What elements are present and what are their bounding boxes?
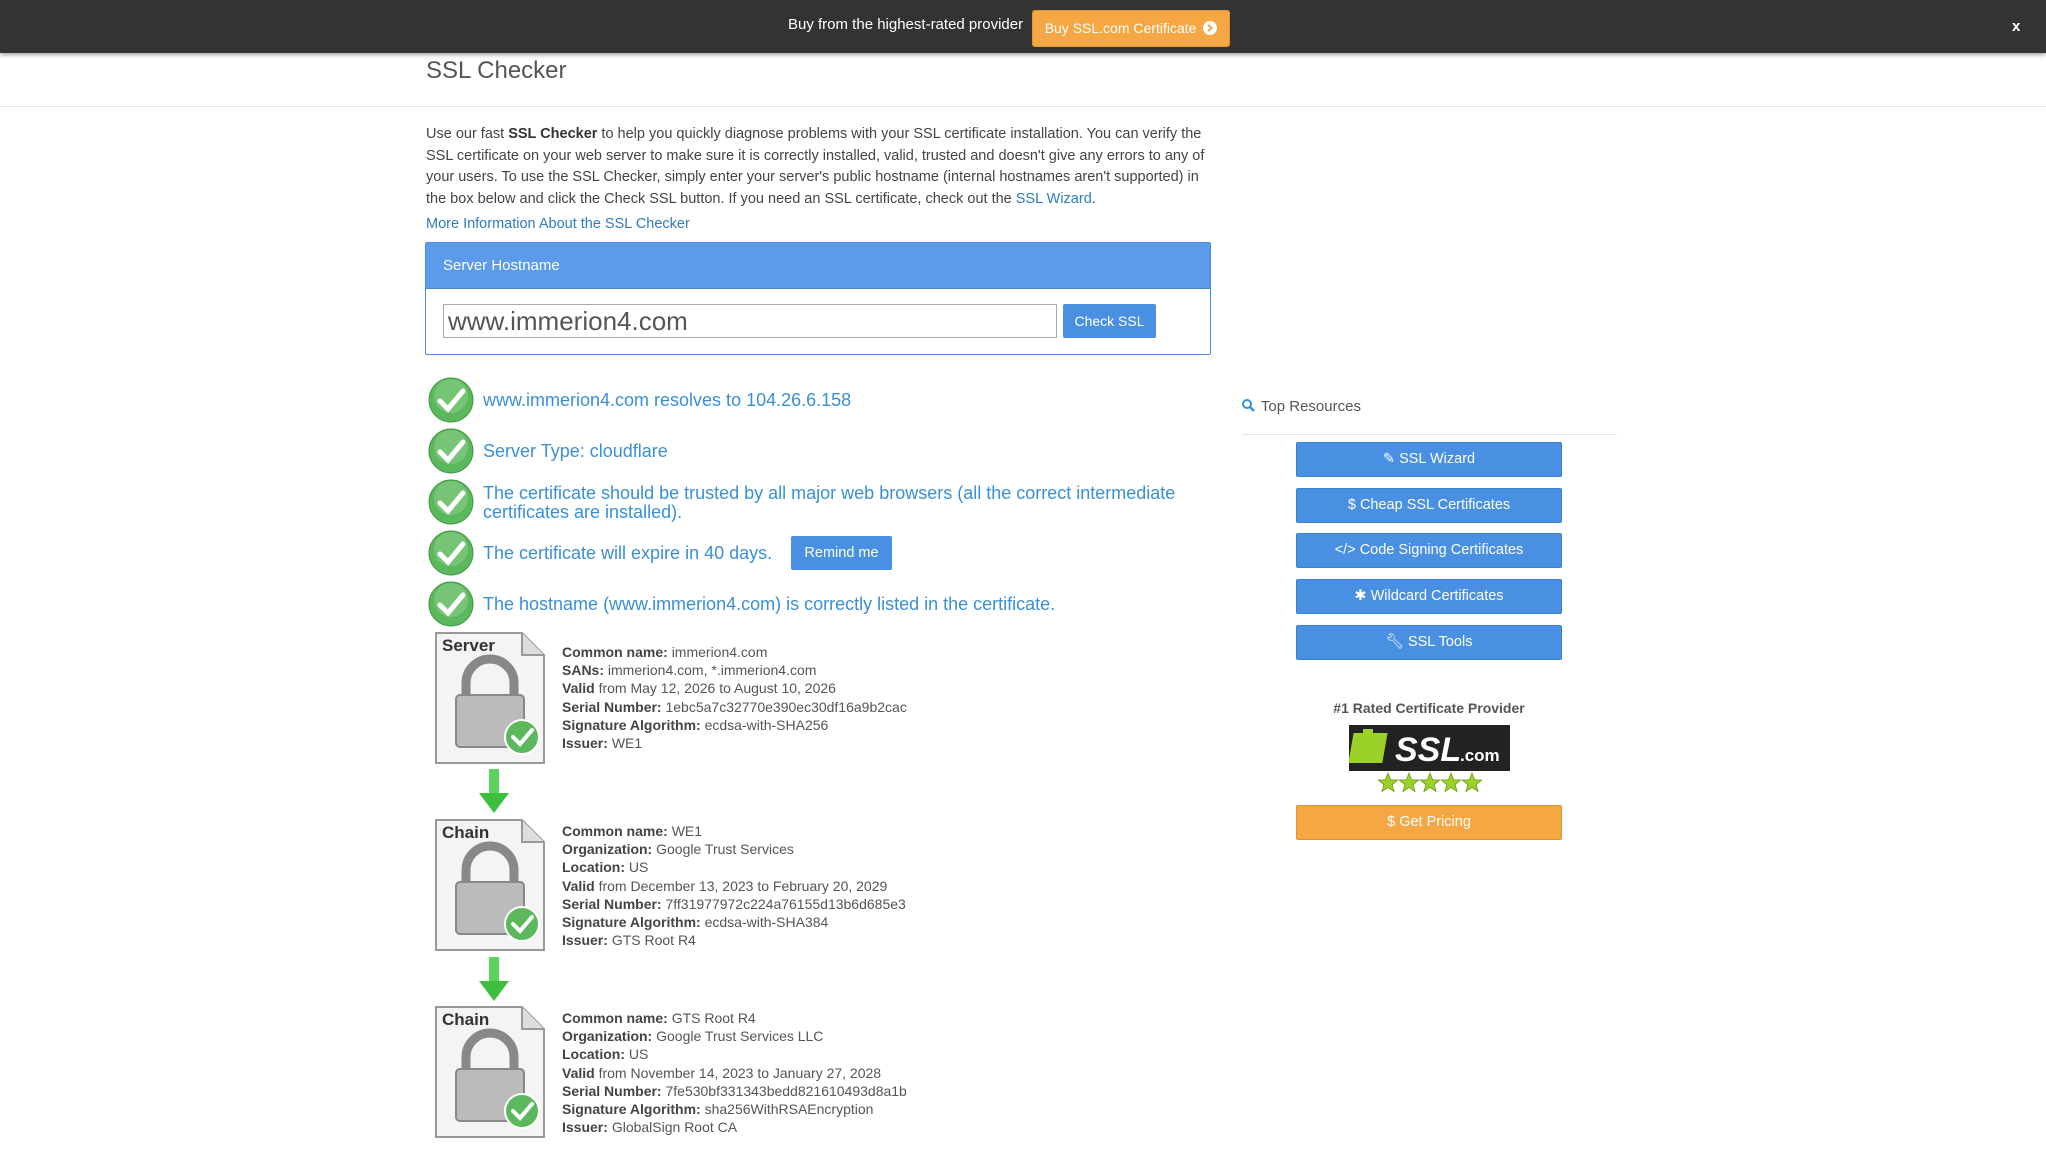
ssl-wizard-link[interactable]: SSL Wizard <box>1016 191 1092 207</box>
result-trusted-line-2: certificates are installed). <box>483 502 683 522</box>
svg-text:.com: .com <box>1460 746 1500 765</box>
cert-row: Common name: WE1 <box>562 823 703 839</box>
top-resources-label: Top Resources <box>1260 398 1361 415</box>
cheap-ssl-label: Cheap SSL Certificates <box>1359 497 1511 513</box>
rated-provider-text: #1 Rated Certificate Provider <box>1333 700 1525 716</box>
server-certificate-icon: Server <box>435 632 545 764</box>
cert-row: Organization: Google Trust Services <box>562 841 794 858</box>
buy-certificate-label: Buy SSL.com Certificate <box>1044 20 1197 36</box>
svg-text:SSL: SSL <box>1395 731 1461 769</box>
page-title: SSL Checker <box>426 57 567 84</box>
hostname-panel: Server Hostname www.immerion4.com Check … <box>425 242 1211 355</box>
cert-row: Issuer: GlobalSign Root CA <box>562 1119 738 1136</box>
hostname-input[interactable]: www.immerion4.com <box>443 304 1057 338</box>
cert-row: Organization: Google Trust Services LLC <box>562 1028 824 1045</box>
cert-row: Serial Number: 7ff31977972c224a76155d13b… <box>562 895 906 912</box>
wildcard-label: Wildcard Certificates <box>1370 588 1504 604</box>
promo-text: Buy from the highest-rated provider <box>788 16 1024 33</box>
code-icon: </> <box>1334 542 1356 558</box>
result-server-type: Server Type: cloudflare <box>483 441 668 461</box>
check-ssl-button[interactable]: Check SSL <box>1063 304 1156 338</box>
svg-text:Chain: Chain <box>442 1010 489 1029</box>
wildcard-button[interactable]: ✱ Wildcard Certificates <box>1296 579 1562 614</box>
intro-text-1: Use our fast <box>426 126 509 142</box>
buy-certificate-button[interactable]: Buy SSL.com Certificate <box>1032 10 1230 47</box>
cert-row: Serial Number: 1ebc5a7c32770e390ec30df16… <box>562 698 907 715</box>
asterisk-icon: ✱ <box>1354 588 1367 604</box>
arrow-down-icon <box>479 957 509 1001</box>
cert-row: Valid from December 13, 2023 to February… <box>562 877 888 894</box>
cert-row: Signature Algorithm: sha256WithRSAEncryp… <box>562 1101 874 1118</box>
cert-row: Signature Algorithm: ecdsa-with-SHA256 <box>562 716 829 733</box>
certificate-details: Common name: immerion4.com SANs: immerio… <box>562 643 907 752</box>
cert-row: Signature Algorithm: ecdsa-with-SHA384 <box>562 914 829 931</box>
cert-row: Valid from November 14, 2023 to January … <box>562 1064 882 1081</box>
cert-row: Location: US <box>562 1046 649 1063</box>
dollar-icon: $ <box>1387 814 1396 830</box>
arrow-down-icon <box>479 769 509 813</box>
check-icon <box>428 428 474 474</box>
check-icon <box>428 530 474 576</box>
intro-paragraph: Use our fast SSL Checker to help you qui… <box>426 124 1210 210</box>
chain-certificate-icon: Chain <box>435 1006 545 1138</box>
check-icon <box>428 377 474 423</box>
wrench-icon: 🔧︎ <box>1385 634 1404 650</box>
get-pricing-button[interactable]: $ Get Pricing <box>1296 805 1562 840</box>
more-info-link[interactable]: More Information About the SSL Checker <box>426 216 690 232</box>
cert-row: Location: US <box>562 859 649 876</box>
code-signing-button[interactable]: </> Code Signing Certificates <box>1296 533 1562 568</box>
ssl-com-logo[interactable]: SSL .com <box>1349 725 1510 771</box>
promo-bar: Buy from the highest-rated provider Buy … <box>0 0 2046 53</box>
code-signing-label: Code Signing Certificates <box>1359 542 1524 558</box>
rating-stars-icon <box>1378 772 1482 793</box>
top-resources-heading: Top Resources <box>1242 398 1361 415</box>
cheap-ssl-button[interactable]: $ Cheap SSL Certificates <box>1296 488 1562 523</box>
header-divider <box>0 106 2046 107</box>
cert-row: Serial Number: 7fe530bf331343bedd8216104… <box>562 1082 907 1099</box>
result-expire: The certificate will expire in 40 days. <box>483 543 773 563</box>
ssl-tools-button[interactable]: 🔧︎ SSL Tools <box>1296 625 1562 660</box>
sidebar-divider <box>1242 434 1617 435</box>
certificate-details: Common name: GTS Root R4 Organization: G… <box>562 1009 907 1136</box>
search-icon <box>1242 399 1255 412</box>
intro-bold: SSL Checker <box>508 126 598 142</box>
result-trusted: The certificate should be trusted by all… <box>483 484 1175 522</box>
cert-row: Valid from May 12, 2026 to August 10, 20… <box>562 680 836 697</box>
magic-wand-icon: ✎ <box>1382 451 1396 467</box>
cert-row: Common name: immerion4.com <box>562 644 768 660</box>
certificate-details: Common name: WE1 Organization: Google Tr… <box>562 822 906 949</box>
panel-title: Server Hostname <box>426 243 1210 289</box>
cert-row: Issuer: GTS Root R4 <box>562 932 696 949</box>
ssl-wizard-label: SSL Wizard <box>1399 451 1476 467</box>
chain-certificate-icon: Chain <box>435 819 545 951</box>
check-icon <box>428 581 474 627</box>
svg-text:Chain: Chain <box>442 823 489 842</box>
result-hostname-listed: The hostname (www.immerion4.com) is corr… <box>483 594 1056 614</box>
cert-row: Issuer: WE1 <box>562 735 643 752</box>
get-pricing-label: Get Pricing <box>1399 814 1471 830</box>
dollar-icon: $ <box>1347 497 1356 513</box>
cert-row: SANs: immerion4.com, *.immerion4.com <box>562 662 817 679</box>
result-resolves: www.immerion4.com resolves to 104.26.6.1… <box>483 390 852 410</box>
ssl-wizard-button[interactable]: ✎ SSL Wizard <box>1296 442 1562 477</box>
remind-me-button[interactable]: Remind me <box>791 536 892 570</box>
ssl-tools-label: SSL Tools <box>1407 634 1473 650</box>
arrow-circle-right-icon <box>1203 21 1218 35</box>
intro-end: . <box>1091 190 1096 207</box>
check-icon <box>428 479 474 525</box>
result-trusted-line-1: The certificate should be trusted by all… <box>483 483 1176 503</box>
svg-text:Server: Server <box>442 636 495 655</box>
cert-row: Common name: GTS Root R4 <box>562 1010 756 1026</box>
close-promo-button[interactable]: x <box>2012 18 2020 35</box>
